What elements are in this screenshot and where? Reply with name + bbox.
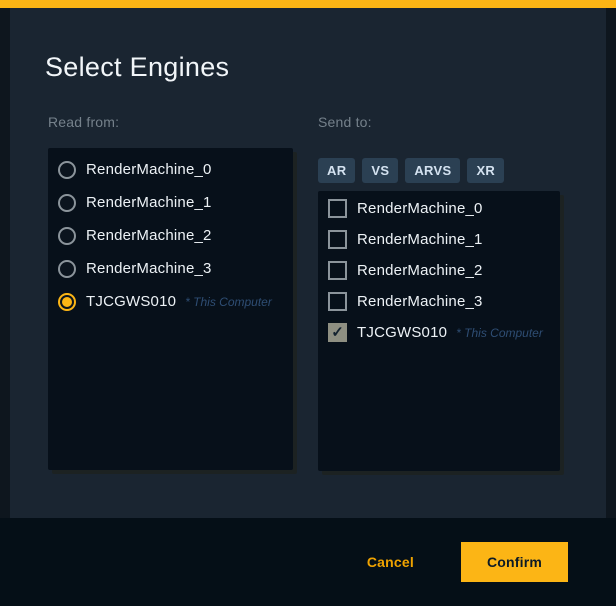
read-from-list: RenderMachine_0 RenderMachine_1 RenderMa…	[48, 148, 293, 470]
checkbox[interactable]: ✓	[328, 199, 347, 218]
checkbox[interactable]: ✓	[328, 261, 347, 280]
checkbox-option-row[interactable]: ✓ RenderMachine_1	[318, 224, 560, 255]
radio-button[interactable]	[58, 161, 76, 179]
send-to-label: Send to:	[318, 114, 560, 134]
checkbox[interactable]: ✓	[328, 292, 347, 311]
engine-name-label: RenderMachine_3	[86, 260, 212, 277]
accent-top-bar	[0, 0, 616, 8]
this-computer-note: * This Computer	[456, 326, 543, 340]
read-from-label: Read from:	[48, 114, 293, 134]
checkbox[interactable]: ✓	[328, 230, 347, 249]
radio-option-row[interactable]: TJCGWS010 * This Computer	[48, 285, 293, 318]
select-engines-dialog: Select Engines Read from: RenderMachine_…	[10, 8, 606, 518]
page-title: Select Engines	[45, 52, 229, 83]
engine-name-label: RenderMachine_0	[86, 161, 212, 178]
engine-name-label: RenderMachine_3	[357, 293, 483, 310]
engine-type-filter-row: AR VS ARVS XR	[318, 157, 560, 183]
cancel-button[interactable]: Cancel	[367, 554, 414, 570]
checkbox-option-row[interactable]: ✓ TJCGWS010 * This Computer	[318, 317, 560, 348]
dialog-footer: Cancel Confirm	[0, 518, 616, 606]
checkbox-option-row[interactable]: ✓ RenderMachine_2	[318, 255, 560, 286]
radio-button[interactable]	[58, 260, 76, 278]
send-to-list: ✓ RenderMachine_0 ✓ RenderMachine_1 ✓	[318, 191, 560, 471]
radio-option-row[interactable]: RenderMachine_3	[48, 252, 293, 285]
engine-type-tag-button[interactable]: VS	[362, 158, 398, 183]
radio-option-row[interactable]: RenderMachine_1	[48, 186, 293, 219]
engine-name-label: RenderMachine_1	[357, 231, 483, 248]
engine-type-tag-button[interactable]: XR	[467, 158, 504, 183]
this-computer-note: * This Computer	[185, 295, 272, 309]
read-from-section: Read from: RenderMachine_0 RenderMachine…	[48, 114, 293, 470]
engine-name-label: TJCGWS010	[86, 293, 176, 310]
engine-name-label: RenderMachine_2	[86, 227, 212, 244]
engine-type-tag-button[interactable]: ARVS	[405, 158, 460, 183]
radio-button[interactable]	[58, 227, 76, 245]
engine-type-tag-button[interactable]: AR	[318, 158, 355, 183]
radio-option-row[interactable]: RenderMachine_2	[48, 219, 293, 252]
engine-name-label: RenderMachine_2	[357, 262, 483, 279]
checkbox[interactable]: ✓	[328, 323, 347, 342]
engine-name-label: RenderMachine_1	[86, 194, 212, 211]
engine-name-label: RenderMachine_0	[357, 200, 483, 217]
engine-name-label: TJCGWS010	[357, 324, 447, 341]
checkbox-option-row[interactable]: ✓ RenderMachine_3	[318, 286, 560, 317]
checkbox-option-row[interactable]: ✓ RenderMachine_0	[318, 193, 560, 224]
send-to-section: Send to: AR VS ARVS XR ✓ RenderMachine_0	[318, 114, 560, 471]
checkmark-icon: ✓	[331, 325, 344, 340]
confirm-button[interactable]: Confirm	[461, 542, 568, 582]
radio-button[interactable]	[58, 194, 76, 212]
radio-option-row[interactable]: RenderMachine_0	[48, 153, 293, 186]
radio-button[interactable]	[58, 293, 76, 311]
